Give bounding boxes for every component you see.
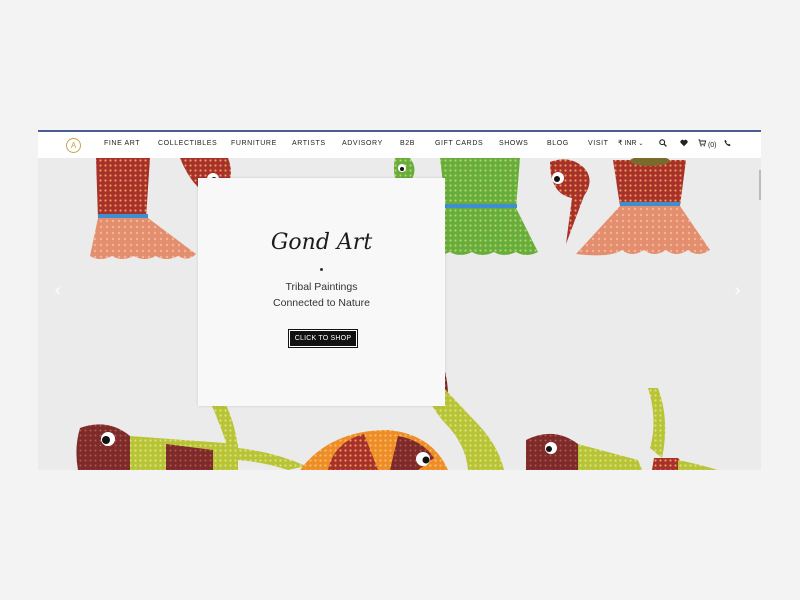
cart-count: (0) xyxy=(707,142,717,149)
click-to-shop-button[interactable]: CLICK TO SHOP xyxy=(288,329,358,348)
promo-subtitle-line-1: Tribal Paintings xyxy=(285,281,358,293)
nav-fine-art[interactable]: FINE ART xyxy=(104,140,140,147)
nav-advisory[interactable]: ADVISORY xyxy=(342,140,383,147)
nav-b2b[interactable]: B2B xyxy=(400,140,415,147)
currency-selector[interactable]: ₹ INR ⌄ xyxy=(618,139,643,147)
promo-subtitle-line-2: Connected to Nature xyxy=(273,297,370,309)
cart-icon xyxy=(698,139,707,147)
nav-furniture[interactable]: FURNITURE xyxy=(231,140,277,147)
search-icon[interactable] xyxy=(659,139,667,149)
hero-banner: Gond Art Tribal Paintings Connected to N… xyxy=(38,158,761,470)
chevron-right-icon[interactable]: › xyxy=(734,282,741,300)
nav-gift-cards[interactable]: GIFT CARDS xyxy=(435,140,483,147)
logo[interactable]: A xyxy=(66,138,81,153)
currency-label: ₹ INR xyxy=(618,140,637,147)
heart-icon[interactable] xyxy=(680,139,688,149)
promo-card: Gond Art Tribal Paintings Connected to N… xyxy=(198,178,445,406)
nav-visit[interactable]: VISIT xyxy=(588,140,609,147)
top-navbar: A FINE ART COLLECTIBLES FURNITURE ARTIST… xyxy=(38,130,761,158)
title-divider-dot xyxy=(320,268,323,271)
scrollbar[interactable] xyxy=(759,170,761,200)
nav-blog[interactable]: BLOG xyxy=(547,140,569,147)
browser-viewport: A FINE ART COLLECTIBLES FURNITURE ARTIST… xyxy=(38,130,761,470)
chevron-left-icon[interactable]: ‹ xyxy=(54,282,61,300)
nav-artists[interactable]: ARTISTS xyxy=(292,140,326,147)
chevron-down-icon: ⌄ xyxy=(638,141,644,147)
cart-button[interactable]: (0) xyxy=(698,139,717,149)
nav-shows[interactable]: SHOWS xyxy=(499,140,528,147)
promo-title: Gond Art xyxy=(270,230,373,255)
nav-collectibles[interactable]: COLLECTIBLES xyxy=(158,140,217,147)
phone-icon[interactable] xyxy=(724,139,731,149)
